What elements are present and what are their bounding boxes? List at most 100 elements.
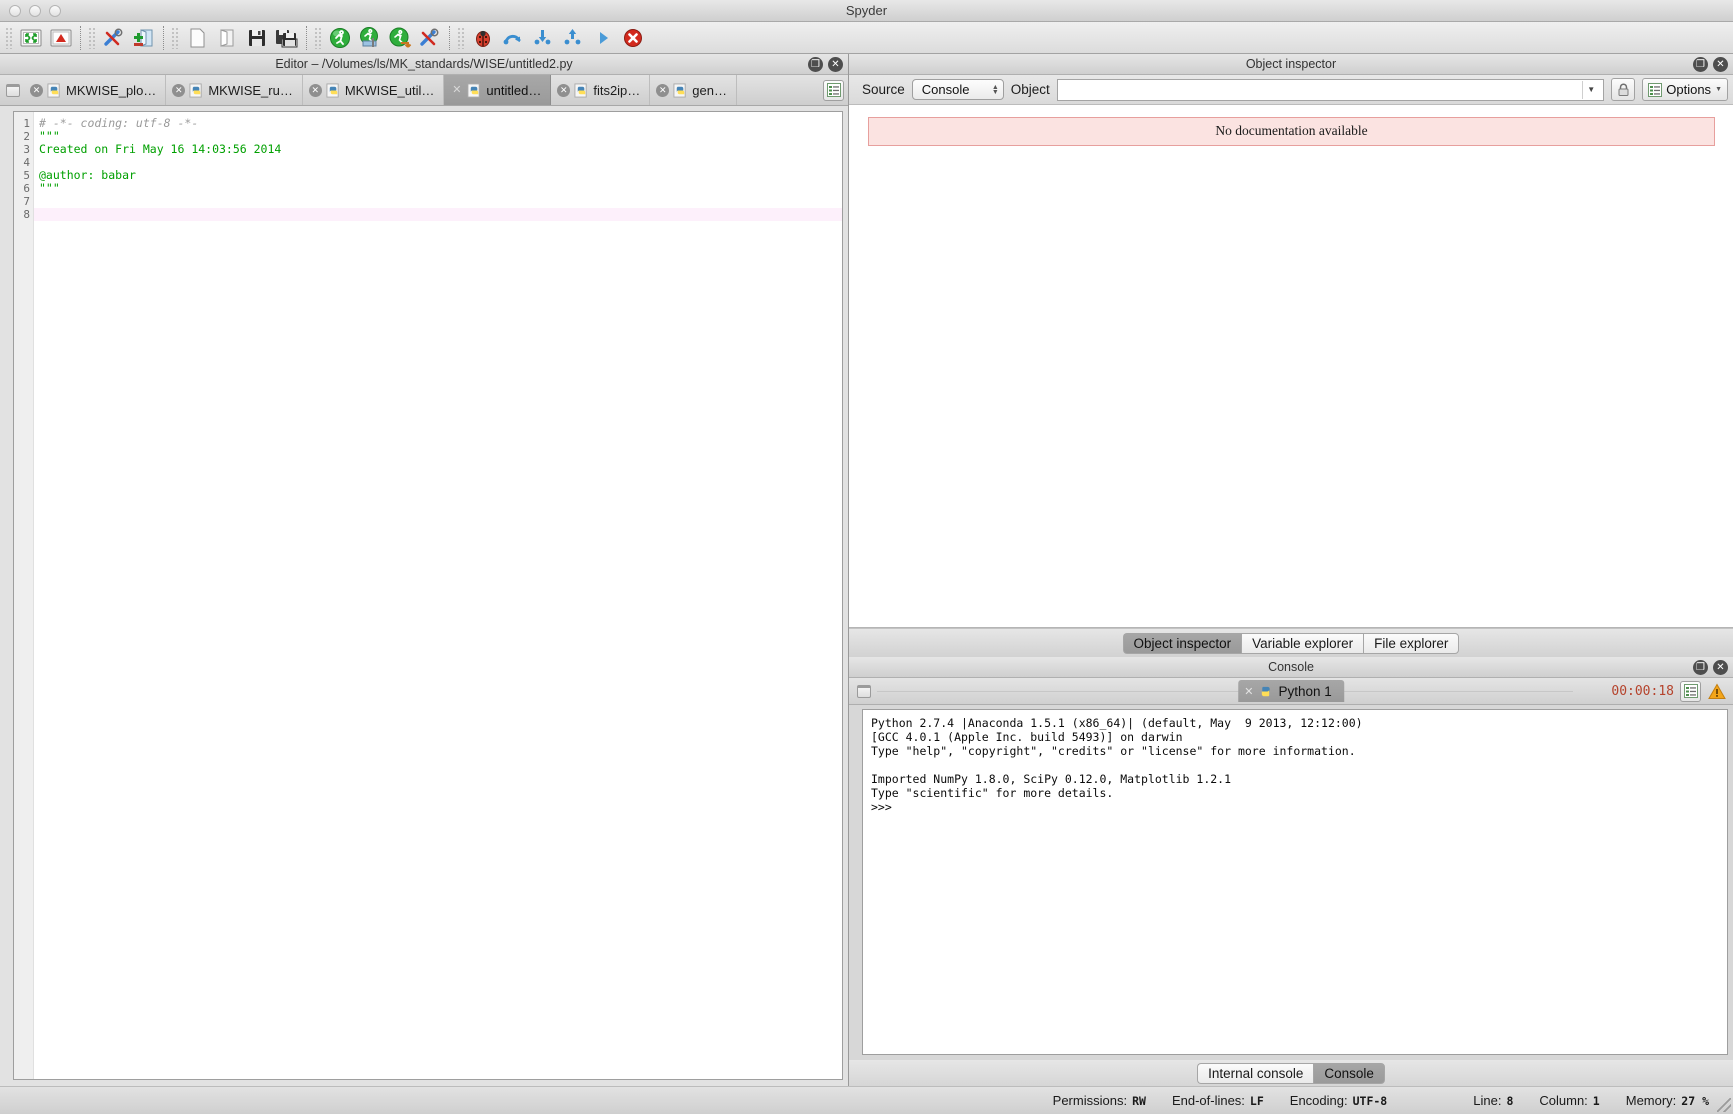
console-tabbar[interactable]: ✕ Python 1 00:00:18 [849, 678, 1733, 705]
toolbar-drag-handle[interactable] [457, 26, 465, 49]
toolbar-drag-handle[interactable] [171, 26, 179, 49]
tab-file-explorer[interactable]: File explorer [1363, 632, 1460, 654]
options-button[interactable]: Options ▼ [1642, 78, 1728, 101]
console-tabstrip[interactable]: Internal console Console [849, 1060, 1733, 1086]
debug-step-over-icon[interactable] [499, 25, 527, 51]
close-icon[interactable]: ✕ [30, 83, 43, 97]
tabbar-divider [877, 691, 1573, 692]
object-inspector-tabstrip[interactable]: Object inspector Variable explorer File … [849, 628, 1733, 657]
code-line: Created on Fri May 16 14:03:56 2014 [39, 142, 282, 156]
editor-tab-mkwise-ru[interactable]: ✕ MKWISE_ru… [166, 75, 303, 105]
close-icon[interactable]: ✕ [172, 83, 186, 97]
console-tabbar-drag-handle[interactable] [853, 684, 875, 698]
run-selection-icon[interactable] [386, 25, 414, 51]
editor-tabbar[interactable]: ✕ MKWISE_plo… ✕ MKWISE_ru… ✕ MKWISE_util… [0, 75, 848, 106]
warning-icon[interactable] [1707, 681, 1727, 701]
open-file-icon[interactable] [213, 25, 241, 51]
debug-step-into-icon[interactable] [529, 25, 557, 51]
close-icon[interactable]: ✕ [656, 83, 670, 97]
undock-icon[interactable]: ❐ [1693, 660, 1708, 675]
console-pane-buttons[interactable]: ❐ ✕ [1693, 660, 1728, 675]
tab-label: File explorer [1374, 635, 1449, 651]
pythonpath-manager-icon[interactable] [130, 25, 158, 51]
object-inspector-toolbar: Source Console ▲ ▼ Object ▼ Options ▼ [849, 75, 1733, 105]
run-file-icon[interactable] [326, 25, 354, 51]
tab-variable-explorer[interactable]: Variable explorer [1241, 632, 1364, 654]
undock-icon[interactable]: ❐ [808, 57, 823, 72]
tab-object-inspector[interactable]: Object inspector [1122, 632, 1242, 654]
resize-grip[interactable] [1717, 1098, 1731, 1112]
editor-tabbar-right [819, 75, 848, 105]
debug-stop-icon[interactable] [619, 25, 647, 51]
editor-tab-mkwise-util[interactable]: ✕ MKWISE_util… [303, 75, 445, 105]
tab-console[interactable]: Console [1313, 1062, 1385, 1084]
editor-tab-untitled[interactable]: ✕ untitled… [444, 75, 552, 105]
tab-internal-console[interactable]: Internal console [1197, 1062, 1314, 1084]
tabbar-drag-handle[interactable] [2, 75, 24, 105]
toolbar-drag-handle[interactable] [314, 26, 322, 49]
close-icon[interactable]: ✕ [1713, 57, 1728, 72]
save-all-icon[interactable] [273, 25, 301, 51]
editor-tab-fits2ip[interactable]: ✕ fits2ip… [551, 75, 651, 105]
editor-tab-gen[interactable]: ✕ gen… [650, 75, 737, 105]
code-editor[interactable]: 1 2 3 4 5 6 7 8 # -*- coding: utf-8 -*- … [13, 111, 843, 1080]
line-number: 6 [23, 182, 30, 195]
debug-step-return-icon[interactable] [559, 25, 587, 51]
editor-pane-title: Editor – /Volumes/ls/MK_standards/WISE/u… [275, 57, 573, 71]
code-text[interactable]: # -*- coding: utf-8 -*- """ Created on F… [34, 112, 842, 1079]
source-select[interactable]: Console ▲ ▼ [911, 79, 1004, 100]
status-value: 1 [1592, 1094, 1600, 1108]
python-file-icon [467, 82, 481, 98]
close-icon[interactable]: ✕ [1713, 660, 1728, 675]
line-number: 1 [23, 117, 30, 130]
console-line: Type "help", "copyright", "credits" or "… [871, 744, 1356, 758]
editor-pane-buttons[interactable]: ❐ ✕ [808, 57, 843, 72]
fullscreen-mode-icon[interactable] [47, 25, 75, 51]
elapsed-timer: 00:00:18 [1611, 683, 1674, 699]
line-number: 5 [23, 169, 30, 182]
lock-button[interactable] [1611, 78, 1636, 101]
close-icon[interactable]: ✕ [557, 83, 571, 97]
undock-icon[interactable]: ❐ [1693, 57, 1708, 72]
line-number: 3 [23, 143, 30, 156]
close-icon[interactable]: ✕ [450, 84, 463, 97]
console-tab-python-1[interactable]: ✕ Python 1 [1238, 680, 1344, 702]
maximize-current-pane-icon[interactable] [17, 25, 45, 51]
preferences-icon[interactable] [100, 25, 128, 51]
toolbar-drag-handle[interactable] [5, 26, 13, 49]
debug-file-icon[interactable] [469, 25, 497, 51]
editor-tab-label: MKWISE_util… [344, 82, 435, 98]
right-column: Object inspector ❐ ✕ Source Console ▲ ▼ O… [849, 54, 1733, 1086]
browse-tabs-icon[interactable] [823, 79, 844, 101]
console-options-icon[interactable] [1680, 680, 1701, 702]
new-file-icon[interactable] [183, 25, 211, 51]
code-line: @author: babar [39, 168, 136, 182]
object-inspector-pane-buttons[interactable]: ❐ ✕ [1693, 57, 1728, 72]
close-icon[interactable]: ✕ [308, 83, 322, 97]
close-icon[interactable]: ✕ [828, 57, 843, 72]
console-tab-label: Python 1 [1278, 683, 1332, 699]
console-output[interactable]: Python 2.7.4 |Anaconda 1.5.1 (x86_64)| (… [862, 709, 1728, 1055]
save-file-icon[interactable] [243, 25, 271, 51]
tab-label: Variable explorer [1252, 635, 1354, 651]
chevron-down-icon[interactable]: ▼ [1582, 80, 1599, 99]
run-settings-alt-icon[interactable] [416, 25, 444, 51]
run-settings-icon[interactable] [356, 25, 384, 51]
editor-tab-mkwise-plo[interactable]: ✕ MKWISE_plo… [24, 75, 167, 105]
status-permissions: Permissions: RW [1053, 1093, 1146, 1108]
close-icon[interactable]: ✕ [1244, 685, 1253, 698]
no-documentation-message: No documentation available [868, 117, 1715, 146]
status-encoding: Encoding: UTF-8 [1290, 1093, 1387, 1108]
chevron-down-icon: ▼ [1715, 86, 1722, 93]
object-input[interactable]: ▼ [1056, 78, 1605, 101]
toolbar-separator [449, 25, 450, 50]
debug-continue-icon[interactable] [589, 25, 617, 51]
toolbar-drag-handle[interactable] [88, 26, 96, 49]
python-file-icon [574, 82, 587, 98]
editor-pane-titlebar: Editor – /Volumes/ls/MK_standards/WISE/u… [0, 54, 848, 75]
console-line: Imported NumPy 1.8.0, SciPy 0.12.0, Matp… [871, 772, 1232, 786]
editor-tab-label: gen… [692, 82, 727, 98]
status-value: 27 % [1681, 1094, 1709, 1108]
